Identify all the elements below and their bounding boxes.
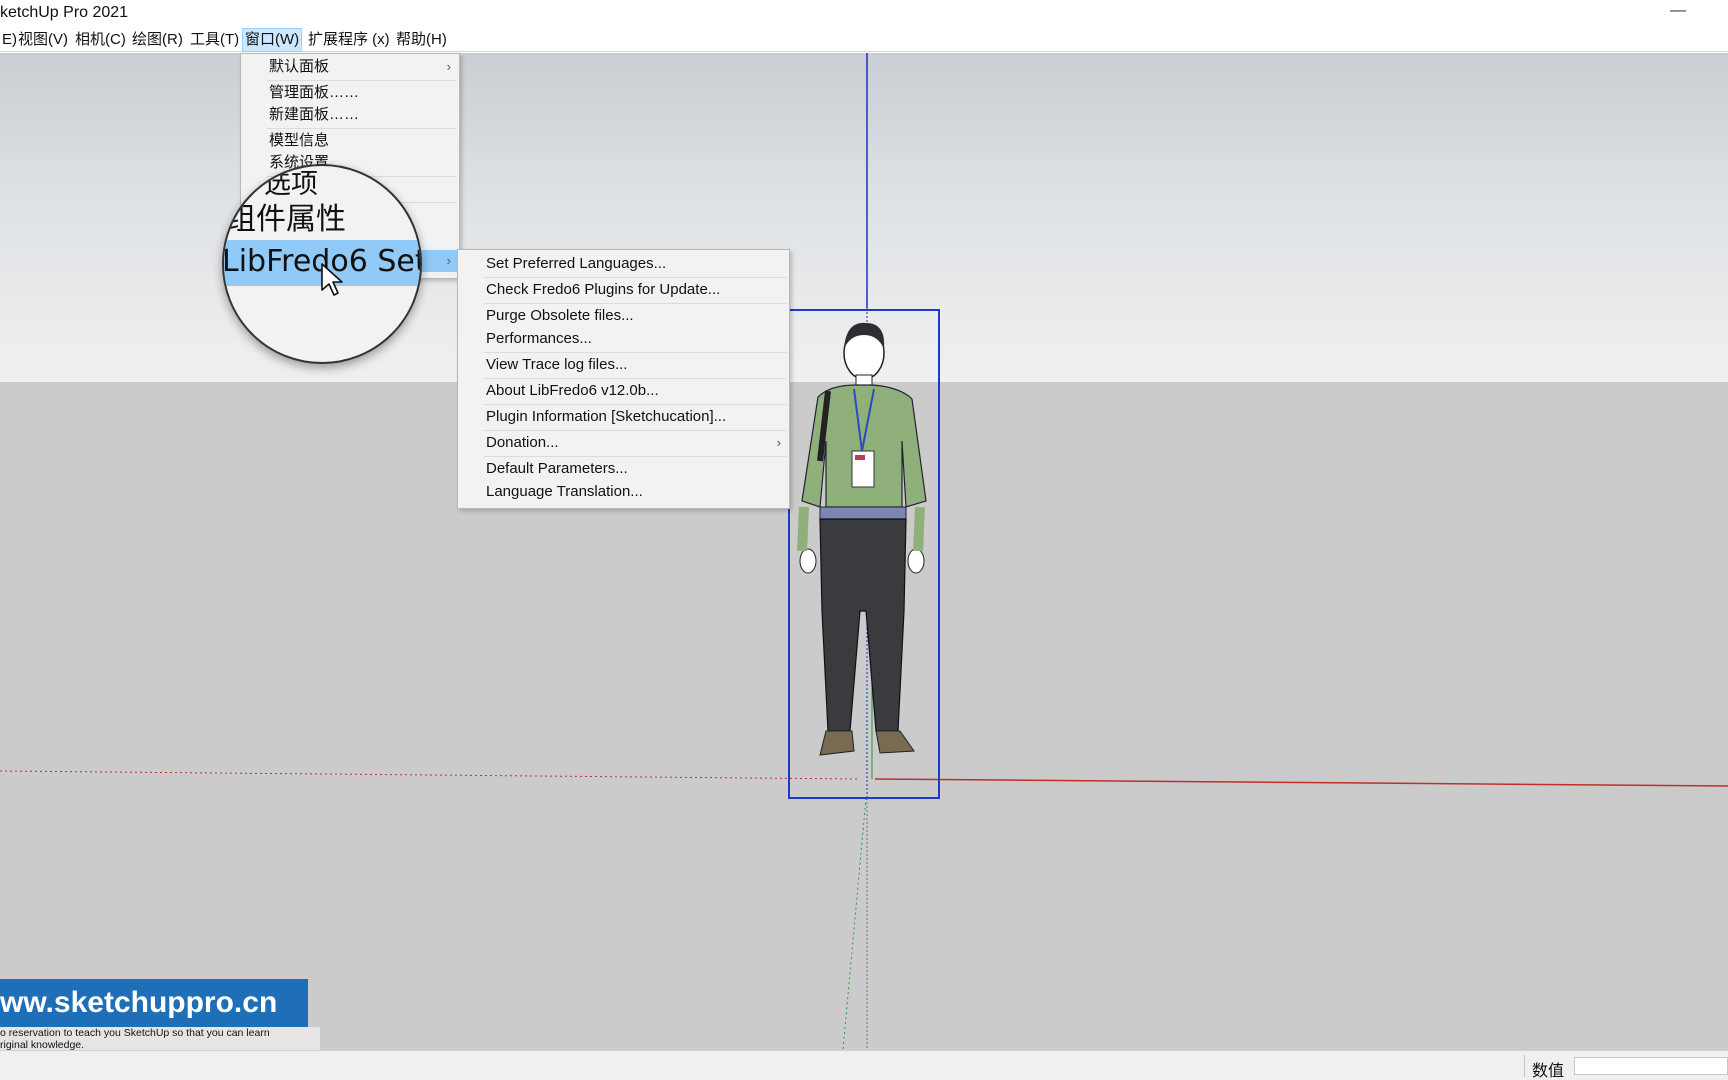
watermark-caption: o reservation to teach you SketchUp so t…: [0, 1027, 320, 1051]
menu-item-default-parameters[interactable]: Default Parameters...: [458, 458, 789, 480]
menu-item-language-translation[interactable]: Language Translation...: [458, 481, 789, 503]
menu-item-model-info[interactable]: 模型信息: [241, 130, 459, 152]
menu-window[interactable]: 窗口(W): [242, 28, 303, 52]
menu-separator: [484, 352, 787, 353]
menu-item-donation[interactable]: Donation... ›: [458, 432, 789, 454]
green-axis-negative: [842, 797, 867, 1050]
menu-separator: [484, 303, 787, 304]
magnified-text: 组件属性: [226, 202, 346, 237]
red-axis: [874, 778, 1728, 787]
menu-item-label: 默认面板: [269, 58, 330, 75]
menu-help[interactable]: 帮助(H): [394, 28, 449, 52]
menu-separator: [484, 456, 787, 457]
measurements-label: 数值: [1532, 1063, 1565, 1080]
menu-separator: [484, 378, 787, 379]
menu-item-about[interactable]: About LibFredo6 v12.0b...: [458, 380, 789, 402]
title-bar: ketchUp Pro 2021 —: [0, 0, 1728, 28]
menu-separator: [267, 80, 457, 81]
chevron-right-icon: ›: [446, 59, 451, 74]
measurements-input[interactable]: [1574, 1057, 1728, 1075]
libfredo6-submenu: Set Preferred Languages... Check Fredo6 …: [457, 249, 790, 509]
menu-item-new-tray[interactable]: 新建面板……: [241, 104, 459, 126]
menu-draw[interactable]: 绘图(R): [130, 28, 185, 52]
chevron-right-icon: ›: [776, 435, 781, 450]
red-axis-negative: [0, 770, 861, 780]
menu-separator: [267, 128, 457, 129]
menu-item-performances[interactable]: Performances...: [458, 328, 789, 350]
minimize-button[interactable]: —: [1670, 2, 1686, 20]
menu-bar: E) 视图(V) 相机(C) 绘图(R) 工具(T) 窗口(W) 扩展程序 (x…: [0, 28, 1728, 52]
menu-separator: [484, 277, 787, 278]
menu-view[interactable]: 视图(V): [16, 28, 70, 52]
window-title: ketchUp Pro 2021: [0, 4, 129, 21]
menu-item-purge-obsolete[interactable]: Purge Obsolete files...: [458, 305, 789, 327]
menu-camera[interactable]: 相机(C): [73, 28, 128, 52]
menu-item-label: Donation...: [486, 434, 559, 451]
status-separator: [1524, 1055, 1525, 1077]
person-figure: [797, 322, 927, 756]
person-component[interactable]: [788, 309, 940, 799]
watermark-logo: ww.sketchuppro.cn: [0, 979, 308, 1027]
chevron-right-icon: ›: [446, 253, 451, 268]
menu-item-plugin-info[interactable]: Plugin Information [Sketchucation]...: [458, 406, 789, 428]
menu-extensions[interactable]: 扩展程序 (x): [306, 28, 392, 52]
watermark-caption-line: o reservation to teach you SketchUp so t…: [0, 1027, 270, 1039]
menu-item-set-languages[interactable]: Set Preferred Languages...: [458, 253, 789, 275]
menu-separator: [484, 430, 787, 431]
menu-item-check-updates[interactable]: Check Fredo6 Plugins for Update...: [458, 279, 789, 301]
menu-item-manage-trays[interactable]: 管理面板……: [241, 82, 459, 104]
menu-item-default-tray[interactable]: 默认面板 ›: [241, 56, 459, 78]
menu-tools[interactable]: 工具(T): [188, 28, 241, 52]
mouse-cursor-icon: [321, 263, 343, 296]
menu-item-trace-log[interactable]: View Trace log files...: [458, 354, 789, 376]
status-bar: 数值: [0, 1050, 1728, 1080]
menu-separator: [484, 404, 787, 405]
